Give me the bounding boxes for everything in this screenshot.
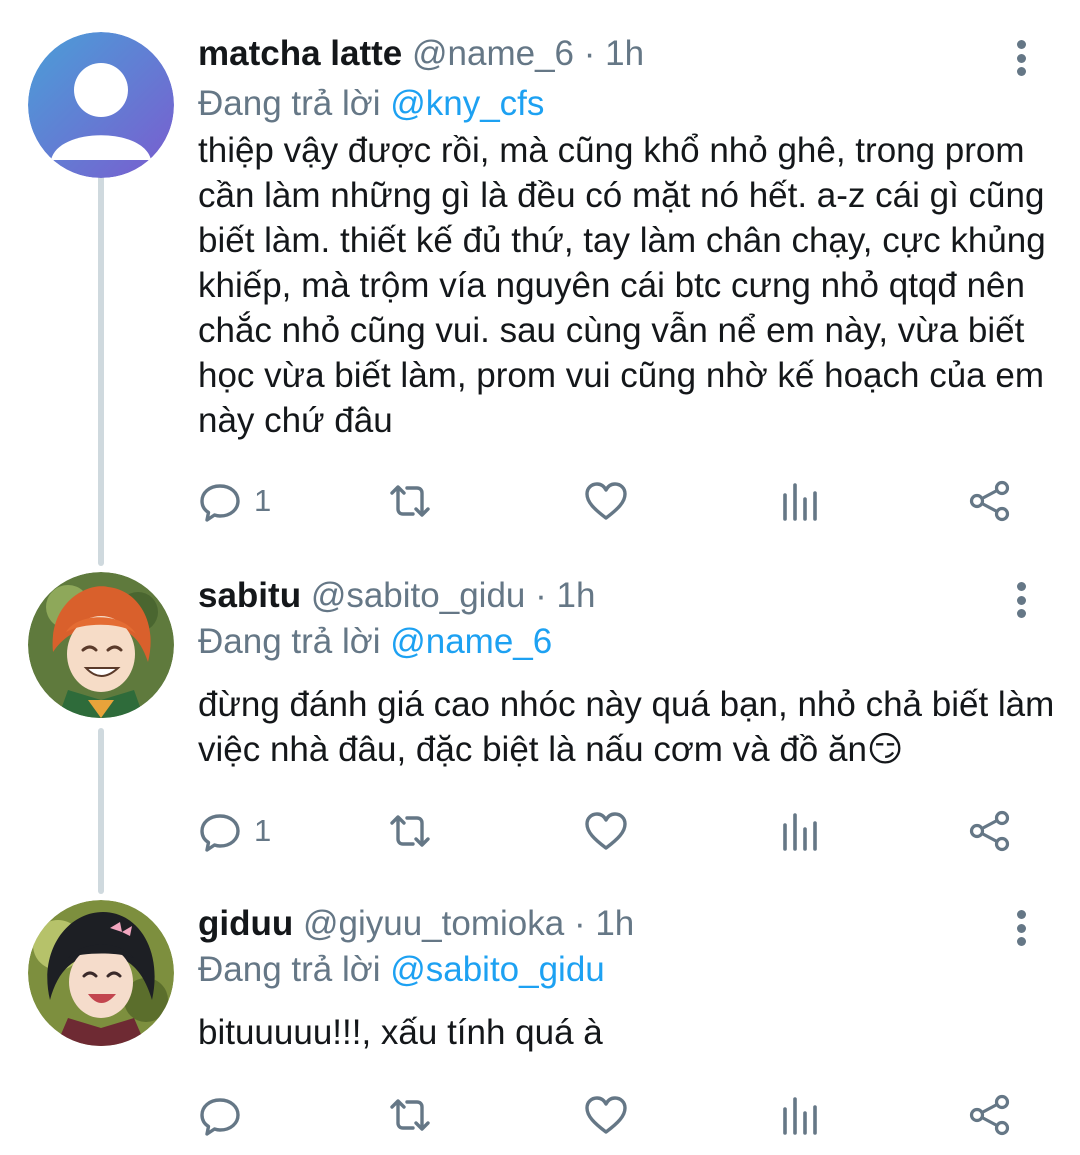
share-icon — [969, 1094, 1010, 1136]
replying-to: Đang trả lời @kny_cfs — [198, 82, 544, 126]
user-handle[interactable]: @name_6 — [412, 34, 574, 73]
share-icon — [969, 810, 1010, 852]
replying-to: Đang trả lời @name_6 — [198, 620, 552, 664]
analytics-button[interactable] — [778, 476, 822, 526]
tweet-header: matcha latte @name_6 · 1h — [198, 32, 644, 76]
tweet-text: thiệp vậy được rồi, mà cũng khổ nhỏ ghê,… — [198, 131, 1046, 440]
action-bar: 1 — [198, 476, 1038, 526]
analytics-icon — [783, 813, 817, 851]
retweet-icon — [390, 815, 430, 847]
mention-link[interactable]: @name_6 — [390, 622, 552, 661]
reply-count: 1 — [254, 813, 272, 848]
more-icon[interactable] — [1006, 578, 1036, 622]
mention-link[interactable]: @sabito_gidu — [390, 950, 605, 989]
reply-icon — [200, 484, 240, 522]
like-icon — [585, 812, 627, 850]
analytics-icon — [783, 1097, 817, 1135]
separator-dot: · — [583, 34, 596, 73]
tweet[interactable]: giduu @giyuu_tomioka · 1h Đang trả lời @… — [0, 896, 1080, 1155]
action-bar: 1 — [198, 806, 1038, 856]
timestamp[interactable]: 1h — [557, 576, 596, 615]
avatar[interactable] — [28, 900, 174, 1046]
like-icon — [585, 482, 627, 520]
retweet-button[interactable] — [388, 476, 432, 526]
reply-count: 1 — [254, 483, 272, 518]
avatar[interactable] — [28, 32, 174, 178]
retweet-button[interactable] — [388, 806, 432, 856]
timestamp[interactable]: 1h — [595, 904, 634, 943]
tweet[interactable]: matcha latte @name_6 · 1h Đang trả lời @… — [0, 14, 1080, 544]
retweet-icon — [390, 485, 430, 517]
replying-to-label: Đang trả lời — [198, 950, 381, 989]
like-button[interactable] — [584, 476, 628, 526]
tweet-text: đừng đánh giá cao nhóc này quá bạn, nhỏ … — [198, 685, 1055, 769]
replying-to-label: Đang trả lời — [198, 622, 381, 661]
more-icon[interactable] — [1006, 906, 1036, 950]
analytics-icon — [783, 483, 817, 521]
display-name[interactable]: sabitu — [198, 576, 301, 615]
reply-icon — [200, 814, 240, 852]
share-button[interactable] — [968, 1090, 1012, 1140]
mention-link[interactable]: @kny_cfs — [390, 84, 544, 123]
avatar[interactable] — [28, 572, 174, 718]
tweet-header: giduu @giyuu_tomioka · 1h — [198, 902, 634, 946]
replying-to-label: Đang trả lời — [198, 84, 381, 123]
reply-button[interactable]: 1 — [198, 806, 271, 856]
share-icon — [969, 480, 1010, 522]
analytics-button[interactable] — [778, 806, 822, 856]
separator-dot: · — [573, 904, 586, 943]
like-button[interactable] — [584, 806, 628, 856]
action-bar — [198, 1090, 1038, 1140]
separator-dot: · — [535, 576, 547, 615]
retweet-icon — [390, 1099, 430, 1131]
reply-button[interactable]: 1 — [198, 476, 271, 526]
user-handle[interactable]: @sabito_gidu — [311, 576, 526, 615]
more-icon[interactable] — [1006, 36, 1036, 80]
share-button[interactable] — [968, 806, 1012, 856]
timestamp[interactable]: 1h — [605, 34, 644, 73]
share-button[interactable] — [968, 476, 1012, 526]
like-icon — [585, 1096, 627, 1134]
analytics-button[interactable] — [778, 1090, 822, 1140]
tweet[interactable]: sabitu @sabito_gidu · 1h Đang trả lời @n… — [0, 568, 1080, 868]
display-name[interactable]: giduu — [198, 904, 293, 943]
like-button[interactable] — [584, 1090, 628, 1140]
replying-to: Đang trả lời @sabito_gidu — [198, 948, 605, 992]
user-handle[interactable]: @giyuu_tomioka — [303, 904, 564, 943]
reply-button[interactable] — [198, 1090, 254, 1140]
tweet-text: bituuuuu!!!, xấu tính quá à — [198, 1013, 603, 1052]
tweet-header: sabitu @sabito_gidu · 1h — [198, 574, 595, 618]
display-name[interactable]: matcha latte — [198, 34, 402, 73]
reply-icon — [200, 1098, 240, 1136]
retweet-button[interactable] — [388, 1090, 432, 1140]
